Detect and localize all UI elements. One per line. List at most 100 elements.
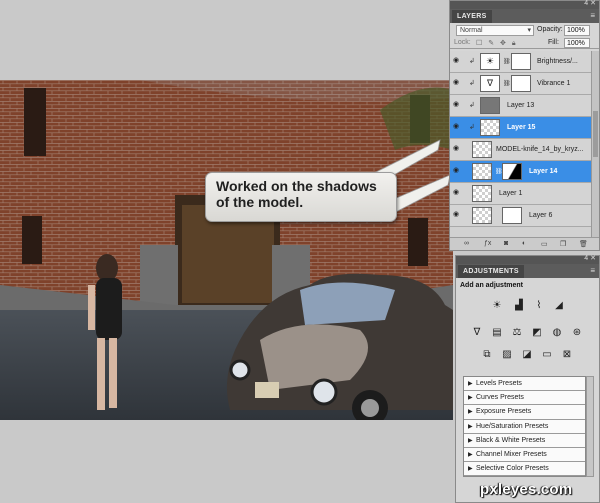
layer-name: Brightness/...: [537, 58, 578, 65]
exposure-icon[interactable]: ◢: [552, 298, 566, 312]
panel-titlebar: 4 ✕: [450, 0, 599, 9]
invert-icon[interactable]: ⧉: [480, 347, 494, 361]
lock-icons[interactable]: ☐ ✎ ✥ 🔒︎: [476, 39, 518, 48]
tab-layers[interactable]: LAYERS: [452, 10, 492, 23]
expand-triangle-icon: ▶: [468, 423, 473, 430]
layer-row[interactable]: ◉ MODEL-knife_14_by_kryz...: [450, 139, 591, 161]
layers-panel: 4 ✕ LAYERS ≡ Normal ▾ Opacity: 100% Lock…: [449, 0, 600, 251]
layer-style-icon[interactable]: ƒx: [484, 240, 491, 247]
layer-thumbnail: [480, 97, 500, 114]
layer-row[interactable]: ◉ ↲ ☀ ⛓︎ Brightness/...: [450, 51, 591, 73]
eye-icon[interactable]: ◉: [453, 123, 462, 130]
layer-thumbnail: [472, 163, 492, 180]
new-group-icon[interactable]: ▭: [541, 240, 548, 248]
expand-triangle-icon: ▶: [468, 381, 473, 387]
chain-link-icon: ⛓︎: [503, 81, 511, 87]
clip-arrow-icon: ↲: [469, 80, 475, 87]
layers-toolbar: ∞ ƒx ◙ ◐ ▭ ❐ 🗑︎: [450, 237, 599, 250]
photo-composite: [0, 80, 453, 420]
layer-mask-thumbnail: [511, 75, 531, 92]
layer-row-selected[interactable]: ◉ ↲ Layer 15: [450, 117, 591, 139]
image-canvas[interactable]: [0, 80, 453, 420]
layer-thumbnail: [480, 119, 500, 136]
new-layer-icon[interactable]: ❐: [560, 240, 566, 248]
blend-opacity-row: Normal ▾ Opacity: 100%: [450, 23, 599, 37]
lock-fill-row: Lock: ☐ ✎ ✥ 🔒︎ Fill: 100%: [450, 37, 599, 49]
fill-label: Fill:: [548, 39, 559, 46]
layer-name: Layer 1: [499, 190, 523, 197]
eye-icon[interactable]: ◉: [453, 145, 462, 152]
layer-mask-thumbnail: [511, 53, 531, 70]
expand-triangle-icon: ▶: [468, 451, 473, 458]
panel-menu-icon[interactable]: ≡: [590, 267, 595, 275]
blend-mode-select[interactable]: Normal ▾: [456, 25, 534, 36]
chain-link-icon: ⛓︎: [503, 59, 511, 65]
layer-list-scrollbar[interactable]: [591, 51, 599, 237]
eye-icon[interactable]: ◉: [453, 167, 462, 174]
tab-adjustments[interactable]: ADJUSTMENTS: [458, 265, 524, 278]
expand-triangle-icon: ▶: [468, 395, 473, 402]
hue-saturation-icon[interactable]: ▤: [490, 325, 504, 339]
brightness-contrast-icon[interactable]: ☀: [490, 298, 504, 312]
panel-titlebar: 4 ✕: [456, 255, 599, 264]
preset-item[interactable]: ▶ Exposure Presets: [464, 405, 585, 420]
lock-label: Lock:: [454, 39, 471, 46]
fill-input[interactable]: 100%: [564, 38, 590, 48]
chevron-down-icon: ▾: [527, 27, 531, 34]
layer-row[interactable]: ◉ Layer 6: [450, 205, 591, 227]
preset-item[interactable]: ▶ Channel Mixer Presets: [464, 448, 585, 463]
expand-triangle-icon: ▶: [468, 409, 473, 416]
vibrance-icon[interactable]: ∇: [470, 325, 484, 339]
preset-item[interactable]: ▶ Curves Presets: [464, 391, 585, 406]
selective-color-icon[interactable]: ⊠: [560, 347, 574, 361]
layer-row[interactable]: ◉ ↲ Layer 13: [450, 95, 591, 117]
trash-icon[interactable]: 🗑︎: [579, 240, 588, 248]
layer-name: Layer 6: [529, 212, 553, 219]
adjustments-panel: 4 ✕ ADJUSTMENTS ≡ Add an adjustment ☀ ▟ …: [455, 255, 600, 503]
link-layers-icon[interactable]: ∞: [464, 240, 469, 247]
add-mask-icon[interactable]: ◙: [504, 240, 508, 247]
watermark: pxleyes.com: [480, 481, 573, 498]
blend-mode-value: Normal: [460, 27, 483, 34]
layer-list: ◉ ↲ ☀ ⛓︎ Brightness/... ◉ ↲ ∇ ⛓︎ Vibranc…: [450, 51, 591, 237]
panel-menu-icon[interactable]: ≡: [590, 12, 595, 20]
layer-name: Layer 14: [529, 168, 558, 175]
clip-arrow-icon: ↲: [469, 102, 475, 109]
posterize-icon[interactable]: ▨: [500, 347, 514, 361]
photo-filter-icon[interactable]: ◍: [550, 325, 564, 339]
color-balance-icon[interactable]: ⚖: [510, 325, 524, 339]
eye-icon[interactable]: ◉: [453, 57, 462, 64]
vibrance-icon: ∇: [480, 75, 500, 92]
preset-item[interactable]: ▶ Selective Color Presets: [464, 462, 585, 476]
preset-item[interactable]: ▶ Black & White Presets: [464, 434, 585, 448]
clip-arrow-icon: ↲: [469, 124, 475, 131]
curves-icon[interactable]: ⌇: [532, 298, 546, 312]
layer-thumbnail: [472, 207, 492, 224]
levels-icon[interactable]: ▟: [512, 298, 526, 312]
clip-arrow-icon: ↲: [469, 58, 475, 65]
gradient-map-icon[interactable]: ▭: [540, 347, 554, 361]
layer-name: Layer 13: [507, 102, 535, 109]
panel-window-controls[interactable]: 4 ✕: [584, 255, 596, 263]
scrollbar-thumb[interactable]: [593, 111, 598, 157]
eye-icon[interactable]: ◉: [453, 189, 462, 196]
eye-icon[interactable]: ◉: [453, 211, 462, 218]
layer-row-selected[interactable]: ◉ ⛓︎ Layer 14: [450, 161, 591, 183]
annotation-callout: Worked on the shadows of the model.: [205, 172, 397, 222]
opacity-input[interactable]: 100%: [564, 25, 590, 36]
black-white-icon[interactable]: ◩: [530, 325, 544, 339]
preset-item[interactable]: ▶ Hue/Saturation Presets: [464, 420, 585, 434]
channel-mixer-icon[interactable]: ⊛: [570, 325, 584, 339]
adjustment-icon-grid: ☀ ▟ ⌇ ◢ ∇ ▤ ⚖ ◩ ◍ ⊛ ⧉ ▨ ◪ ▭ ⊠: [456, 292, 599, 360]
preset-scrollbar[interactable]: [586, 376, 594, 477]
threshold-icon[interactable]: ◪: [520, 347, 534, 361]
preset-item[interactable]: ▶ Levels Presets: [464, 377, 585, 392]
layer-name: Layer 15: [507, 124, 536, 131]
layer-row[interactable]: ◉ ↲ ∇ ⛓︎ Vibrance 1: [450, 73, 591, 95]
eye-icon[interactable]: ◉: [453, 79, 462, 86]
layer-row[interactable]: ◉ Layer 1: [450, 183, 591, 205]
new-adjustment-icon[interactable]: ◐: [522, 240, 526, 247]
eye-icon[interactable]: ◉: [453, 101, 462, 108]
expand-triangle-icon: ▶: [468, 466, 473, 473]
panel-window-controls[interactable]: 4 ✕: [584, 0, 596, 8]
